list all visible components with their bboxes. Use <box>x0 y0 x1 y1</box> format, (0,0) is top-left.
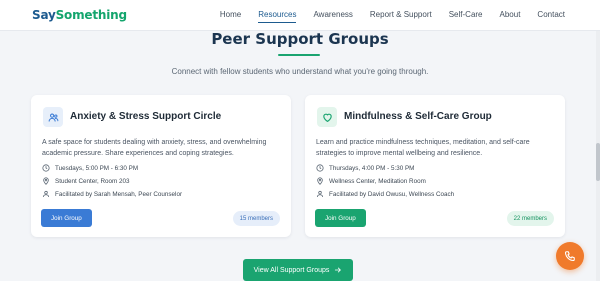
group-location: Wellness Center, Meditation Room <box>316 177 426 185</box>
logo-text-something: Something <box>55 8 127 22</box>
clock-icon <box>42 164 50 172</box>
group-card: Mindfulness & Self-Care Group Learn and … <box>305 95 565 237</box>
facilitator-text: Facilitated by David Owusu, Wellness Coa… <box>329 190 455 198</box>
phone-icon <box>564 250 576 262</box>
nav-home[interactable]: Home <box>220 10 241 23</box>
page-scrollbar[interactable] <box>596 31 600 281</box>
map-pin-icon <box>316 177 324 185</box>
group-facilitator: Facilitated by Sarah Mensah, Peer Counse… <box>42 190 182 198</box>
facilitator-text: Facilitated by Sarah Mensah, Peer Counse… <box>55 190 183 198</box>
nav-report-support[interactable]: Report & Support <box>370 10 432 23</box>
call-button[interactable] <box>556 242 584 270</box>
site-logo[interactable]: SaySomething <box>32 8 127 22</box>
location-text: Student Center, Room 203 <box>55 177 130 185</box>
join-group-button[interactable]: Join Group <box>41 209 92 227</box>
join-group-button[interactable]: Join Group <box>315 209 366 227</box>
view-all-groups-button[interactable]: View All Support Groups <box>243 259 353 281</box>
nav-self-care[interactable]: Self-Care <box>449 10 483 23</box>
group-schedule: Thursdays, 4:00 PM - 5:30 PM <box>316 164 414 172</box>
group-title: Anxiety & Stress Support Circle <box>70 111 222 122</box>
group-card: Anxiety & Stress Support Circle A safe s… <box>31 95 291 237</box>
nav-awareness[interactable]: Awareness <box>313 10 352 23</box>
view-all-label: View All Support Groups <box>253 266 330 274</box>
nav-contact[interactable]: Contact <box>537 10 565 23</box>
group-description: A safe space for students dealing with a… <box>42 139 267 157</box>
group-description: Learn and practice mindfulness technique… <box>316 139 530 157</box>
main-nav: Home Resources Awareness Report & Suppor… <box>203 10 565 23</box>
members-badge: 22 members <box>506 211 554 226</box>
arrow-right-icon <box>334 266 342 274</box>
user-icon <box>42 190 50 198</box>
users-icon <box>43 107 63 127</box>
members-badge: 15 members <box>232 211 280 226</box>
schedule-text: Thursdays, 4:00 PM - 5:30 PM <box>329 164 415 172</box>
location-text: Wellness Center, Meditation Room <box>329 177 426 185</box>
title-underline <box>278 54 320 56</box>
heart-icon <box>317 107 337 127</box>
nav-resources[interactable]: Resources <box>258 10 297 23</box>
group-facilitator: Facilitated by David Owusu, Wellness Coa… <box>316 190 454 198</box>
nav-about[interactable]: About <box>500 10 521 23</box>
group-title: Mindfulness & Self-Care Group <box>344 111 492 122</box>
section-subtitle: Connect with fellow students who underst… <box>171 67 429 76</box>
group-schedule: Tuesdays, 5:00 PM - 6:30 PM <box>42 164 138 172</box>
section-title: Peer Support Groups <box>211 30 389 48</box>
group-location: Student Center, Room 203 <box>42 177 130 185</box>
user-icon <box>316 190 324 198</box>
logo-text-say: Say <box>32 8 56 22</box>
schedule-text: Tuesdays, 5:00 PM - 6:30 PM <box>55 164 139 172</box>
site-header: SaySomething Home Resources Awareness Re… <box>0 0 600 31</box>
scrollbar-thumb[interactable] <box>596 143 600 181</box>
map-pin-icon <box>42 177 50 185</box>
clock-icon <box>316 164 324 172</box>
